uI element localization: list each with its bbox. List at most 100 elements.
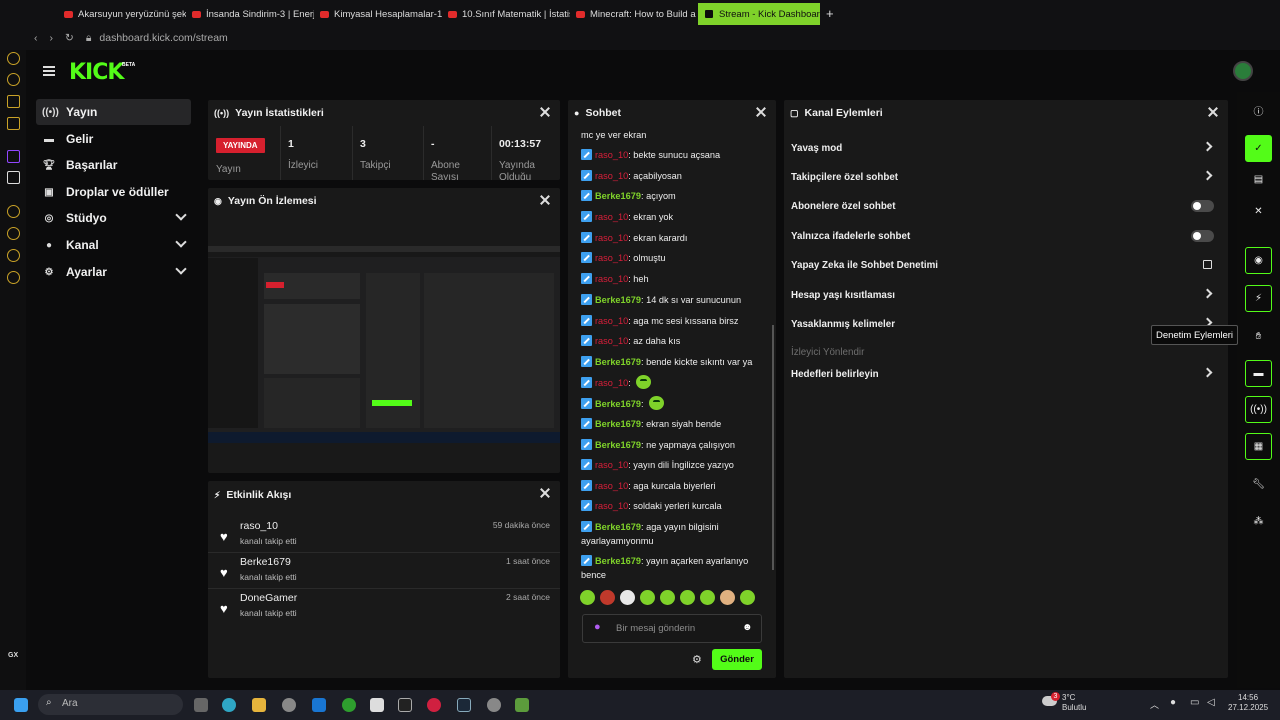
chat-username[interactable]: Berke1679 [595,399,641,409]
emote[interactable] [720,590,735,605]
menu-icon[interactable] [43,66,55,76]
chat-username[interactable]: raso_10 [595,212,628,222]
url-input[interactable]: dashboard.kick.com/stream [99,32,227,44]
check-icon[interactable]: ✓ [1245,135,1272,162]
tab-2[interactable]: İnsanda Sindirim-3 | Enerj [186,3,314,25]
tab-3[interactable]: Kimyasal Hesaplamalar-1 [314,3,442,25]
edge-icon[interactable] [222,698,236,712]
forward-icon[interactable]: › [50,32,54,44]
volume-icon[interactable]: ◁ [1207,697,1215,708]
channel-action[interactable]: Yalnızca ifadelerle sohbet [791,226,1221,246]
bolt-icon[interactable]: ⚡︎ [1245,285,1272,312]
layout-icon[interactable]: ▤ [1245,166,1272,193]
display-icon[interactable]: ▭ [1190,697,1199,708]
mail-icon[interactable] [312,698,326,712]
emote[interactable] [740,590,755,605]
kick-logo[interactable]: KICK [69,60,124,85]
chat-icon[interactable]: ▬ [1245,360,1272,387]
chat-username[interactable]: raso_10 [595,378,628,388]
epic-icon[interactable] [398,698,412,712]
mic-icon[interactable]: ● [594,621,601,633]
emote[interactable] [680,590,695,605]
close-icon[interactable] [1208,107,1218,117]
channel-action[interactable]: Yavaş mod [791,138,1221,158]
tray-chevron-icon[interactable]: ︿ [1150,698,1159,711]
toggle-switch[interactable] [1191,230,1214,242]
wrench-icon[interactable]: 🔧︎ [1245,471,1272,498]
channel-action[interactable]: Hesap yaşı kısıtlaması [791,285,1221,305]
chat-username[interactable]: raso_10 [595,171,628,181]
info-icon[interactable]: ⓘ [1245,97,1272,124]
close-icon[interactable]: ✕ [1245,198,1272,225]
back-icon[interactable]: ‹ [34,32,38,44]
chat-username[interactable]: Berke1679 [595,357,641,367]
channel-action[interactable]: Yapay Zeka ile Sohbet Denetimi [791,255,1221,275]
chat-username[interactable]: Berke1679 [595,440,641,450]
sidebar-item-gelir[interactable]: ▬ Gelir [36,126,191,152]
chat-username[interactable]: raso_10 [595,501,628,511]
chat-username[interactable]: raso_10 [595,150,628,160]
chat-username[interactable]: raso_10 [595,316,628,326]
close-icon[interactable] [540,107,550,117]
emote[interactable] [580,590,595,605]
chat-username[interactable]: raso_10 [595,481,628,491]
chat-username[interactable]: raso_10 [595,336,628,346]
opera-gx-icon[interactable] [427,698,441,712]
rail-icon-4[interactable] [7,117,20,130]
chat-username[interactable]: raso_10 [595,233,628,243]
emoji-icon[interactable]: ☻ [742,622,753,633]
panel-icon[interactable]: ▦ [1245,433,1272,460]
avatar[interactable] [1233,61,1253,81]
chat-username[interactable]: raso_10 [595,460,628,470]
weather[interactable]: 3°C Bulutlu [1062,693,1086,713]
tab-4[interactable]: 10.Sınıf Matematik | İstatis [442,3,570,25]
emote[interactable] [660,590,675,605]
hand-icon[interactable]: ✋︎ [1245,323,1272,350]
chat-username[interactable]: Berke1679 [595,295,641,305]
chat-username[interactable]: Berke1679 [595,556,641,566]
emote[interactable] [600,590,615,605]
sidebar-item-ayarlar[interactable]: ⚙︎ Ayarlar [36,259,191,285]
app-icon[interactable] [487,698,501,712]
channel-action[interactable]: Hedefleri belirleyin [791,364,1221,384]
rail-icon-3[interactable] [7,95,20,108]
new-tab-button[interactable]: + [826,6,834,21]
tab-1[interactable]: Akarsuyun yeryüzünü şek [58,3,186,25]
toggle-switch[interactable] [1191,200,1214,212]
clock[interactable]: 14:56 27.12.2025 [1228,693,1268,713]
apps-icon[interactable]: ⁂ [1245,508,1272,535]
taskbar-search[interactable]: Ara [38,694,183,715]
chat-settings-icon[interactable]: ⚙︎ [692,653,702,666]
chat-username[interactable]: Berke1679 [595,191,641,201]
chat-input[interactable]: Bir mesaj gönderin [582,614,762,643]
stream-preview[interactable] [208,246,560,443]
folder-icon[interactable] [252,698,266,712]
chat-username[interactable]: raso_10 [595,253,628,263]
minecraft-icon[interactable] [515,698,529,712]
sidebar-item-studyo[interactable]: ◎ Stüdyo [36,205,191,231]
chat-username[interactable]: Berke1679 [595,522,641,532]
gear-icon[interactable] [7,271,20,284]
windows-start-icon[interactable] [14,698,28,712]
camera-icon[interactable]: ◉ [1245,247,1272,274]
rail-icon-1[interactable] [7,52,20,65]
sidebar-item-yayin[interactable]: ((•)) Yayın [36,99,191,125]
reload-icon[interactable]: ↻ [65,32,74,44]
tab-kick-dashboard[interactable]: Stream - Kick Dashboard [698,3,820,25]
settings-icon[interactable] [282,698,296,712]
taskview-icon[interactable] [194,698,208,712]
emote[interactable] [635,375,651,389]
chat-username[interactable]: Berke1679 [595,419,641,429]
store-icon[interactable] [370,698,384,712]
channel-action[interactable]: Takipçilere özel sohbet [791,167,1221,187]
xbox-icon[interactable] [342,698,356,712]
rail-icon-2[interactable] [7,73,20,86]
rail-icon-6[interactable] [7,227,20,240]
rail-icon-7[interactable] [7,249,20,262]
chat-scrollbar[interactable] [772,325,774,570]
broadcast-icon[interactable]: ((•)) [1245,396,1272,423]
twitch-icon[interactable] [7,150,20,163]
steam-icon[interactable] [457,698,471,712]
chat-username[interactable]: raso_10 [595,274,628,284]
emote[interactable] [648,396,664,410]
